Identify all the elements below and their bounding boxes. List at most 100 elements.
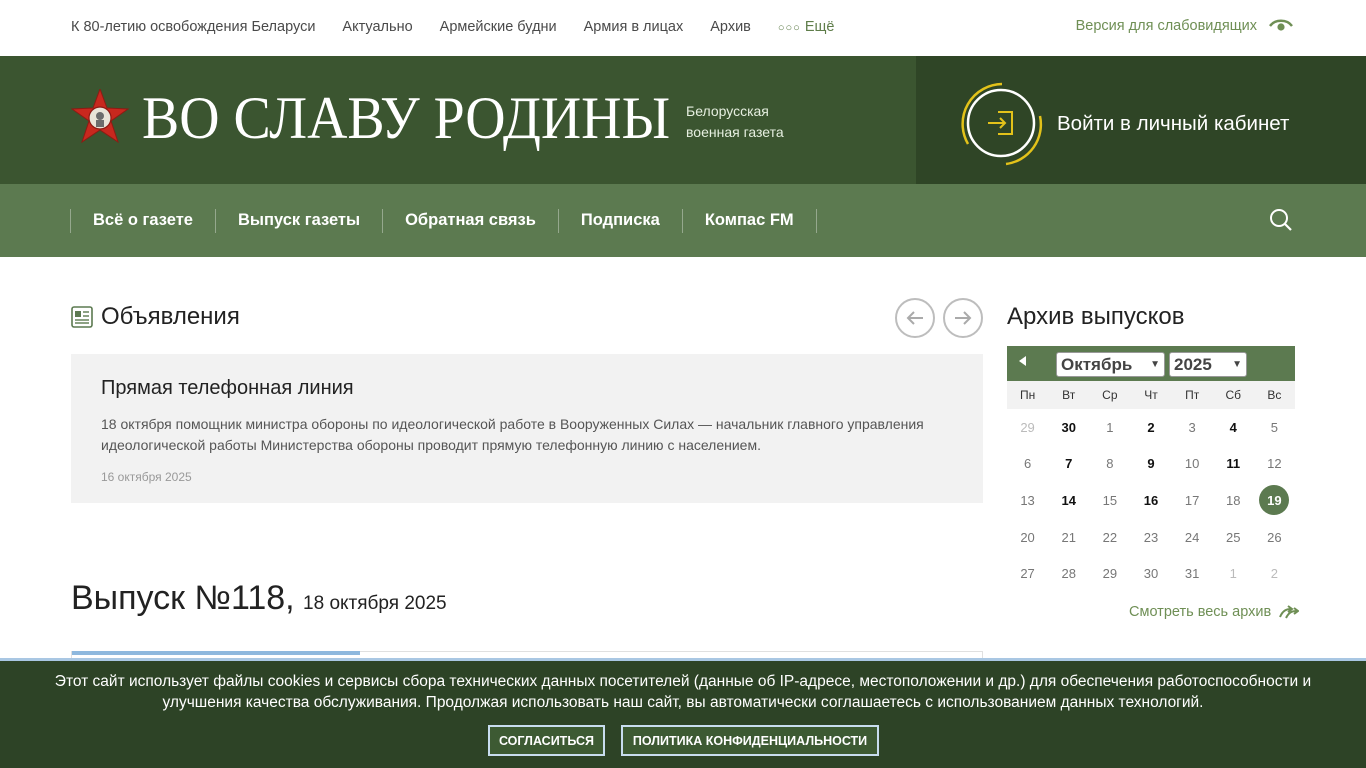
calendar-day: 24 [1184,529,1200,545]
calendar-day[interactable]: 14 [1048,482,1089,519]
calendar-day: 2 [1270,566,1279,582]
chevron-down-icon: ▼ [1150,359,1160,370]
announcement-title[interactable]: Прямая телефонная линия [101,377,354,400]
site-subtitle-line2: военная газета [686,124,784,140]
year-select[interactable]: 2025 ▼ [1169,352,1247,377]
announcement-card[interactable]: Прямая телефонная линия 18 октября помощ… [71,354,983,503]
calendar-day: 25 [1226,529,1241,545]
calendar-weekdays: Пн Вт Ср Чт Пт Сб Вс [1007,381,1295,409]
cookie-text: Этот сайт использует файлы cookies и сер… [54,673,1312,711]
calendar-day: 1 [1229,566,1237,582]
calendar-day: 31 [1184,566,1200,582]
calendar-day: 18 [1226,492,1241,508]
calendar-day[interactable]: 7 [1048,446,1089,483]
arrow-right-icon [955,311,972,325]
calendar-day[interactable]: 16 [1130,482,1171,519]
privacy-policy-button[interactable]: ПОЛИТИКА КОНФИДЕНЦИАЛЬНОСТИ [621,725,879,756]
calendar-day[interactable]: 11 [1213,446,1254,483]
weekday-thu: Чт [1144,388,1158,402]
calendar-day: 10 [1184,456,1200,472]
top-bar: К 80-летию освобождения Беларуси Актуаль… [0,0,1366,56]
top-nav-item-liberation[interactable]: К 80-летию освобождения Беларуси [71,19,315,35]
main-nav: Всё о газете Выпуск газеты Обратная связ… [0,184,1366,257]
calendar-day[interactable]: 19 [1254,482,1295,519]
cookie-accept-button[interactable]: СОГЛАСИТЬСЯ [488,725,605,756]
calendar-day: 23 [1143,529,1159,545]
calendar-day: 22 [1102,529,1118,545]
more-dots-icon: ○○○ [777,22,801,34]
top-nav: К 80-летию освобождения Беларуси Актуаль… [71,19,889,35]
calendar-day: 30 [1143,566,1159,582]
issue-date: 18 октября 2025 [303,593,447,614]
chevron-down-icon: ▼ [1232,359,1242,370]
login-link[interactable]: Войти в личный кабинет [1057,112,1289,136]
calendar-day[interactable]: 4 [1213,409,1254,446]
calendar-day: 29 [1102,566,1118,582]
top-nav-item-army-faces[interactable]: Армия в лицах [584,19,684,35]
next-announcement-button[interactable] [943,298,983,338]
weekday-tue: Вт [1062,388,1076,402]
red-star-logo-icon[interactable] [71,89,129,143]
calendar-day[interactable]: 9 [1130,446,1171,483]
prev-month-icon[interactable] [1019,356,1026,366]
site-subtitle: Белорусская военная газета [686,101,784,143]
month-select-value: Октябрь [1061,354,1133,374]
archive-title: Архив выпусков [1007,303,1185,330]
calendar-day: 1 [1106,419,1114,435]
main-nav-item-subscription[interactable]: Подписка [557,209,682,233]
main-nav-item-about[interactable]: Всё о газете [70,209,215,233]
announcement-date: 16 октября 2025 [101,470,192,484]
calendar-day: 17 [1184,492,1200,508]
weekday-sat: Сб [1225,388,1242,402]
top-nav-more-label: Ещё [804,19,835,35]
calendar-day-selected[interactable]: 19 [1259,485,1290,516]
top-nav-item-army-days[interactable]: Армейские будни [440,19,557,35]
login-icon[interactable] [960,82,1044,166]
main-nav-item-issue[interactable]: Выпуск газеты [214,209,382,233]
site-subtitle-line1: Белорусская [686,103,769,119]
prev-announcement-button[interactable] [895,298,935,338]
calendar-day: 6 [1023,456,1032,472]
newspaper-icon [71,306,93,328]
cookie-banner: Этот сайт использует файлы cookies и сер… [0,658,1366,768]
accessibility-link[interactable]: Версия для слабовидящих [1076,18,1293,34]
main-nav-item-feedback[interactable]: Обратная связь [382,209,558,233]
calendar-day: 29 [1020,419,1035,435]
year-select-value: 2025 [1174,354,1212,374]
view-archive-label: Смотреть весь архив [1129,604,1272,620]
arrow-left-icon [906,311,923,325]
site-header: ВО СЛАВУ РОДИНЫ Белорусская военная газе… [0,56,1366,184]
calendar-header: Октябрь ▼ 2025 ▼ [1007,346,1295,381]
top-nav-item-archive[interactable]: Архив [710,19,751,35]
announcement-text: 18 октября помощник министра обороны по … [101,416,924,453]
issue-heading: Выпуск №118, 18 октября 2025 [71,579,447,618]
top-nav-item-actual[interactable]: Актуально [342,19,412,35]
calendar-day: 8 [1106,456,1114,472]
calendar-day[interactable]: 30 [1048,409,1089,446]
weekday-wed: Ср [1102,388,1118,402]
weekday-sun: Вс [1267,388,1282,402]
weekday-mon: Пн [1019,388,1036,402]
weekday-fri: Пт [1185,388,1200,402]
double-arrow-right-icon [1279,605,1300,619]
search-icon[interactable] [1269,208,1293,232]
calendar-days: 29 30 1 2 3 4 5 6 7 8 9 10 11 12 13 14 15 16 17 18 19 20 21 22 2… [1007,409,1295,592]
archive-calendar: Октябрь ▼ 2025 ▼ Пн Вт Ср Чт Пт Сб Вс 29 30… [1007,346,1295,592]
calendar-day: 3 [1188,419,1196,435]
month-select[interactable]: Октябрь ▼ [1056,352,1165,377]
calendar-day[interactable]: 2 [1130,409,1171,446]
calendar-day: 28 [1061,566,1076,582]
issue-number: Выпуск №118, [71,579,295,617]
issue-tab-active[interactable] [72,651,360,655]
calendar-day: 15 [1102,492,1118,508]
site-logo-text[interactable]: ВО СЛАВУ РОДИНЫ [142,84,670,153]
view-archive-link[interactable]: Смотреть весь архив [1129,604,1300,620]
calendar-day: 21 [1061,529,1076,545]
top-nav-more[interactable]: ○○○ Ещё [778,19,862,35]
main-nav-item-kompas-fm[interactable]: Компас FM [681,209,817,233]
eye-icon [1269,19,1293,31]
announcements-header: Объявления [71,303,240,331]
accessibility-label: Версия для слабовидящих [1075,18,1257,34]
calendar-day: 26 [1267,529,1282,545]
announcements-title: Объявления [101,303,240,330]
